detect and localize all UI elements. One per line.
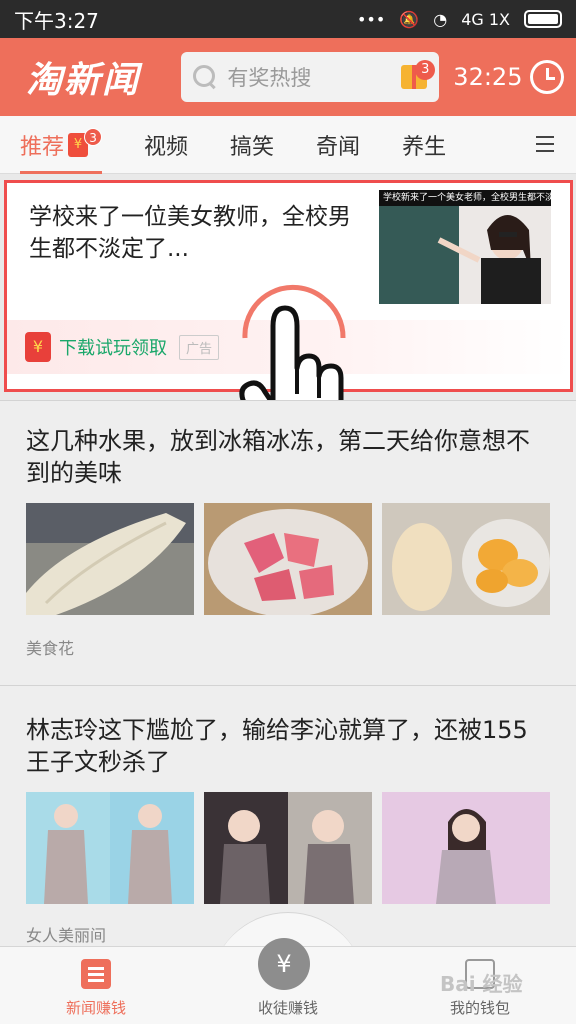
tab-video[interactable]: 视频	[144, 116, 188, 174]
wifi-icon: ◔	[433, 9, 448, 29]
gift-badge: 3	[415, 60, 436, 80]
news-thumbnails[interactable]	[26, 792, 550, 904]
watermark: Bai 经验	[440, 972, 523, 996]
category-tabs: 推荐 ¥ 3 视频 搞笑 奇闻 养生	[0, 116, 576, 174]
thumb-image[interactable]	[382, 792, 550, 904]
news-item[interactable]: 这几种水果，放到冰箱冰冻，第二天给你意想不到的美味 美食花	[0, 401, 576, 685]
status-bar: 下午3:27 ••• 🔕 ◔ 4G 1X	[0, 0, 576, 38]
thumb-image[interactable]	[26, 792, 194, 904]
ad-thumbnail[interactable]: 学校新来了一个美女老师，全校男生都不淡定	[379, 190, 551, 304]
news-source: 美食花	[26, 639, 75, 658]
mute-icon: 🔕	[399, 9, 420, 29]
tab-recommend[interactable]: 推荐 ¥ 3	[20, 116, 103, 174]
teacher-image	[379, 206, 551, 304]
news-source: 女人美丽间	[26, 926, 107, 945]
network-label: 4G 1X	[461, 9, 510, 29]
search-box[interactable]: 有奖热搜 3	[181, 52, 440, 102]
nav-label: 新闻赚钱	[65, 999, 126, 1017]
news-thumbnails[interactable]	[26, 503, 550, 615]
ad-tag: 广告	[179, 334, 220, 360]
news-item[interactable]: 林志玲这下尴尬了，输给李沁就算了，还被155王子文秒杀了 女人美丽间	[0, 686, 576, 946]
ad-title[interactable]: 学校来了一位美女教师，全校男生都不淡定了...	[29, 201, 359, 265]
tab-label: 搞笑	[230, 134, 275, 160]
countdown-timer: 32:25	[453, 63, 523, 91]
red-packet-icon: ¥	[25, 332, 51, 362]
app-header: 淘新闻 有奖热搜 3 32:25	[0, 38, 576, 116]
more-icon: •••	[356, 9, 386, 29]
nav-label: 收徒赚钱	[257, 999, 318, 1017]
nav-news-earn[interactable]: 新闻赚钱	[0, 947, 192, 1024]
thumb-image[interactable]	[204, 503, 372, 615]
status-icons: ••• 🔕 ◔ 4G 1X	[357, 10, 562, 29]
tab-label: 奇闻	[316, 134, 361, 160]
search-icon	[193, 65, 217, 89]
tab-funny[interactable]: 搞笑	[230, 116, 274, 174]
ad-download-button[interactable]: 下载试玩领取	[59, 334, 167, 360]
thumb-image[interactable]	[382, 503, 550, 615]
news-icon	[81, 959, 111, 989]
ad-card[interactable]: 学校来了一位美女教师，全校男生都不淡定了... 学校新来了一个美女老师，全校男生…	[4, 180, 573, 447]
thumb-image[interactable]	[26, 503, 194, 615]
thumb-image[interactable]	[204, 792, 372, 904]
nav-label: 我的钱包	[449, 999, 510, 1017]
money-bag-icon[interactable]: ¥	[258, 938, 310, 990]
tab-count-badge: 3	[84, 127, 103, 146]
news-title[interactable]: 这几种水果，放到冰箱冰冻，第二天给你意想不到的美味	[26, 425, 546, 489]
search-placeholder: 有奖热搜	[227, 66, 312, 90]
tab-badge: ¥ 3	[68, 127, 103, 157]
menu-icon[interactable]	[536, 136, 554, 152]
tab-label: 推荐	[20, 134, 65, 160]
news-title[interactable]: 林志玲这下尴尬了，输给李沁就算了，还被155王子文秒杀了	[26, 714, 546, 778]
tab-odd-news[interactable]: 奇闻	[316, 116, 360, 174]
tab-health[interactable]: 养生	[402, 116, 446, 174]
app-logo[interactable]: 淘新闻	[26, 51, 173, 103]
alarm-clock-icon[interactable]	[530, 60, 564, 94]
status-time: 下午3:27	[14, 8, 99, 33]
battery-icon	[524, 10, 562, 28]
tab-label: 视频	[144, 134, 189, 160]
tab-label: 养生	[402, 134, 447, 160]
